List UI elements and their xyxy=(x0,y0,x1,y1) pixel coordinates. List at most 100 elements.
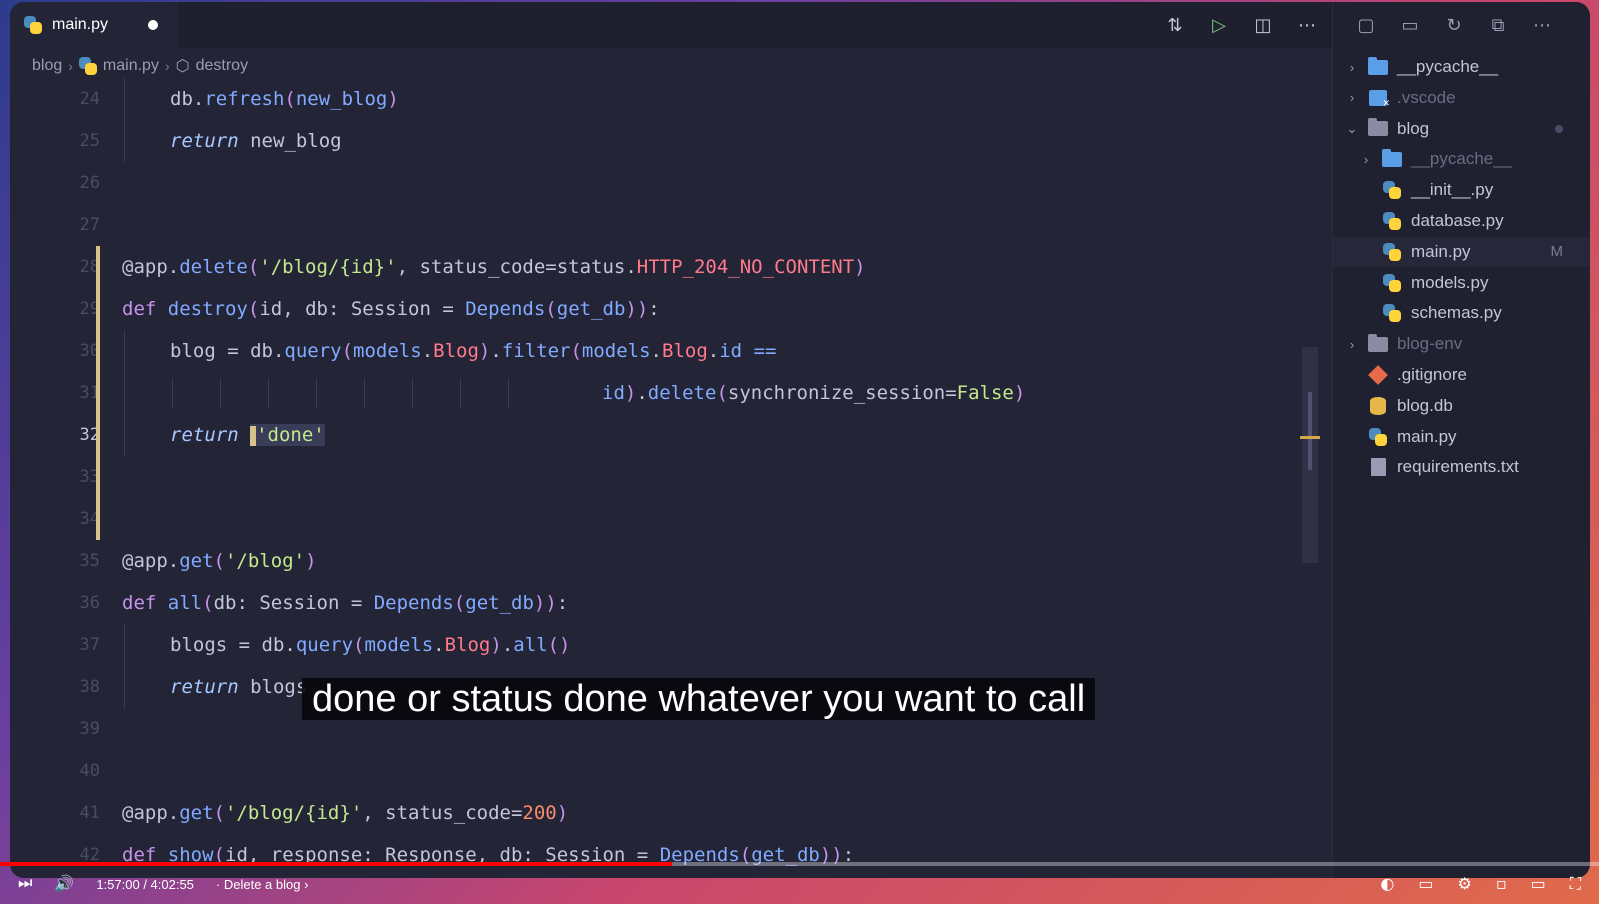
database-icon xyxy=(1367,396,1389,416)
tree-item-label: schemas.py xyxy=(1411,303,1502,323)
line-number: 29 xyxy=(79,299,100,319)
cube-icon: ⬡ xyxy=(175,58,190,75)
code-line[interactable]: 37 blogs = db.query(models.Blog).all() xyxy=(10,624,1310,666)
tab-label: main.py xyxy=(52,16,109,33)
fullscreen-icon[interactable]: ⛶ xyxy=(1570,874,1581,894)
scrollbar-thumb[interactable] xyxy=(1308,392,1312,470)
video-player-bar: ⏭ 🔊 1:57:00 / 4:02:55 · Delete a blog › … xyxy=(0,862,1599,904)
editor-actions: ⇅ ▷ ◫ ⋯ xyxy=(1164,14,1318,36)
unsaved-dot-icon xyxy=(148,20,158,30)
tree-item[interactable]: schemas.py xyxy=(1333,298,1590,328)
git-icon xyxy=(1367,365,1389,385)
run-icon[interactable]: ▷ xyxy=(1208,14,1230,36)
code-line[interactable]: 26 xyxy=(10,162,1310,204)
tree-item-label: .gitignore xyxy=(1397,365,1467,384)
scrollbar-cursor-marker xyxy=(1300,436,1320,439)
code-line[interactable]: 32 return 'done' xyxy=(10,414,1310,456)
python-file-icon xyxy=(1381,303,1403,323)
volume-icon[interactable]: 🔊 xyxy=(54,874,74,894)
miniplayer-icon[interactable]: ▫ xyxy=(1496,874,1507,894)
tree-item[interactable]: requirements.txt xyxy=(1333,452,1590,482)
tab-main-py[interactable]: main.py xyxy=(10,2,178,48)
line-number: 27 xyxy=(79,215,100,235)
breadcrumb-item-blog[interactable]: blog xyxy=(32,57,62,75)
theater-mode-icon[interactable]: ▭ xyxy=(1531,874,1546,894)
split-editor-icon[interactable]: ◫ xyxy=(1252,14,1274,36)
tree-item[interactable]: database.py xyxy=(1333,206,1590,236)
tree-item-label: blog-env xyxy=(1397,334,1463,354)
settings-gear-icon[interactable]: ⚙ xyxy=(1457,874,1471,894)
chapter-title[interactable]: · Delete a blog › xyxy=(216,877,309,892)
breadcrumb-item-main-py[interactable]: main.py xyxy=(103,57,159,75)
python-file-icon xyxy=(1381,242,1403,262)
more-actions-icon[interactable]: ⋯ xyxy=(1531,14,1553,36)
chevron-right-icon: › xyxy=(68,58,73,74)
next-icon[interactable]: ⏭ xyxy=(18,875,32,893)
line-number: 40 xyxy=(79,761,100,781)
tree-item[interactable]: main.py M xyxy=(1333,236,1590,267)
collapse-all-icon[interactable]: ⧉ xyxy=(1487,14,1509,36)
subtitles-icon[interactable]: ▭ xyxy=(1418,874,1433,894)
code-line[interactable]: 27 xyxy=(10,204,1310,246)
more-actions-icon[interactable]: ⋯ xyxy=(1296,14,1318,36)
tab-bar: main.py ⇅ ▷ ◫ ⋯ xyxy=(10,2,1332,48)
code-line[interactable]: 31 id).delete(synchronize_session=False) xyxy=(10,372,1310,414)
code-line[interactable]: 28 @app.delete('/blog/{id}', status_code=… xyxy=(10,246,1310,288)
indent-guide xyxy=(316,378,317,408)
tree-item[interactable]: › blog-env xyxy=(1333,329,1590,359)
source-control-compare-icon[interactable]: ⇅ xyxy=(1164,14,1186,36)
code-line[interactable]: 40 xyxy=(10,750,1310,792)
code-text: @app.get('/blog/{id}', status_code=200) xyxy=(122,802,569,824)
line-number: 33 xyxy=(79,467,100,487)
progress-track[interactable] xyxy=(0,862,1599,866)
line-number: 34 xyxy=(79,509,100,529)
tree-item[interactable]: .gitignore xyxy=(1333,360,1590,390)
code-line[interactable]: 30 blog = db.query(models.Blog).filter(mo… xyxy=(10,330,1310,372)
tree-item-label: blog xyxy=(1397,118,1430,138)
indent-guide xyxy=(124,78,125,162)
folder-open-icon xyxy=(1367,118,1389,139)
folder-icon xyxy=(1367,56,1389,77)
code-area[interactable]: 24 db.refresh(new_blog) 25 return new_blog 2… xyxy=(10,78,1320,878)
video-caption: done or status done whatever you want to… xyxy=(302,675,1107,724)
code-line[interactable]: 35 @app.get('/blog') xyxy=(10,540,1310,582)
explorer-actions: ▢ ▭ ↻ ⧉ ⋯ xyxy=(1355,14,1553,36)
tree-item[interactable]: blog.db xyxy=(1333,391,1590,421)
explorer-sidebar: ▢ ▭ ↻ ⧉ ⋯ › __pycache__ › .vscode ⌄ blog › __py… xyxy=(1332,2,1590,878)
chevron-icon: › xyxy=(1349,59,1355,75)
line-number: 31 xyxy=(79,383,100,403)
code-line[interactable]: 36 def all(db: Session = Depends(get_db))… xyxy=(10,582,1310,624)
code-line[interactable]: 25 return new_blog xyxy=(10,120,1310,162)
code-text: blog = db.query(models.Blog).filter(mode… xyxy=(170,340,777,362)
line-number: 28 xyxy=(79,257,100,277)
tree-item[interactable]: ⌄ blog xyxy=(1333,114,1590,144)
indent-guide xyxy=(412,378,413,408)
breadcrumb-item-destroy[interactable]: destroy xyxy=(196,57,248,75)
tree-item[interactable]: › .vscode xyxy=(1333,83,1590,113)
chevron-icon: › xyxy=(1363,151,1369,167)
code-text: return blogs xyxy=(170,676,308,698)
new-file-icon[interactable]: ▢ xyxy=(1355,14,1377,36)
tree-item-label: requirements.txt xyxy=(1397,457,1519,477)
refresh-icon[interactable]: ↻ xyxy=(1443,14,1465,36)
line-number: 35 xyxy=(79,551,100,571)
indent-guide xyxy=(172,378,173,408)
code-line[interactable]: 24 db.refresh(new_blog) xyxy=(10,78,1310,120)
line-number: 41 xyxy=(79,803,100,823)
code-line[interactable]: 34 xyxy=(10,498,1310,540)
indent-guide xyxy=(364,378,365,408)
code-line[interactable]: 41 @app.get('/blog/{id}', status_code=200… xyxy=(10,792,1310,834)
tree-item-label: models.py xyxy=(1411,272,1489,292)
new-folder-icon[interactable]: ▭ xyxy=(1399,14,1421,36)
player-right-controls: ◐ ▭ ⚙ ▫ ▭ ⛶ xyxy=(1380,874,1581,894)
tree-item[interactable]: __init__.py xyxy=(1333,175,1590,205)
python-icon xyxy=(24,16,42,34)
tree-item[interactable]: main.py xyxy=(1333,422,1590,452)
tree-item[interactable]: › __pycache__ xyxy=(1333,52,1590,82)
autoplay-toggle-icon[interactable]: ◐ xyxy=(1380,874,1394,894)
code-line[interactable]: 33 xyxy=(10,456,1310,498)
tree-item[interactable]: models.py xyxy=(1333,268,1590,298)
modified-gutter-marker xyxy=(96,246,100,540)
code-line[interactable]: 29 def destroy(id, db: Session = Depends(… xyxy=(10,288,1310,330)
tree-item[interactable]: › __pycache__ xyxy=(1333,144,1590,174)
